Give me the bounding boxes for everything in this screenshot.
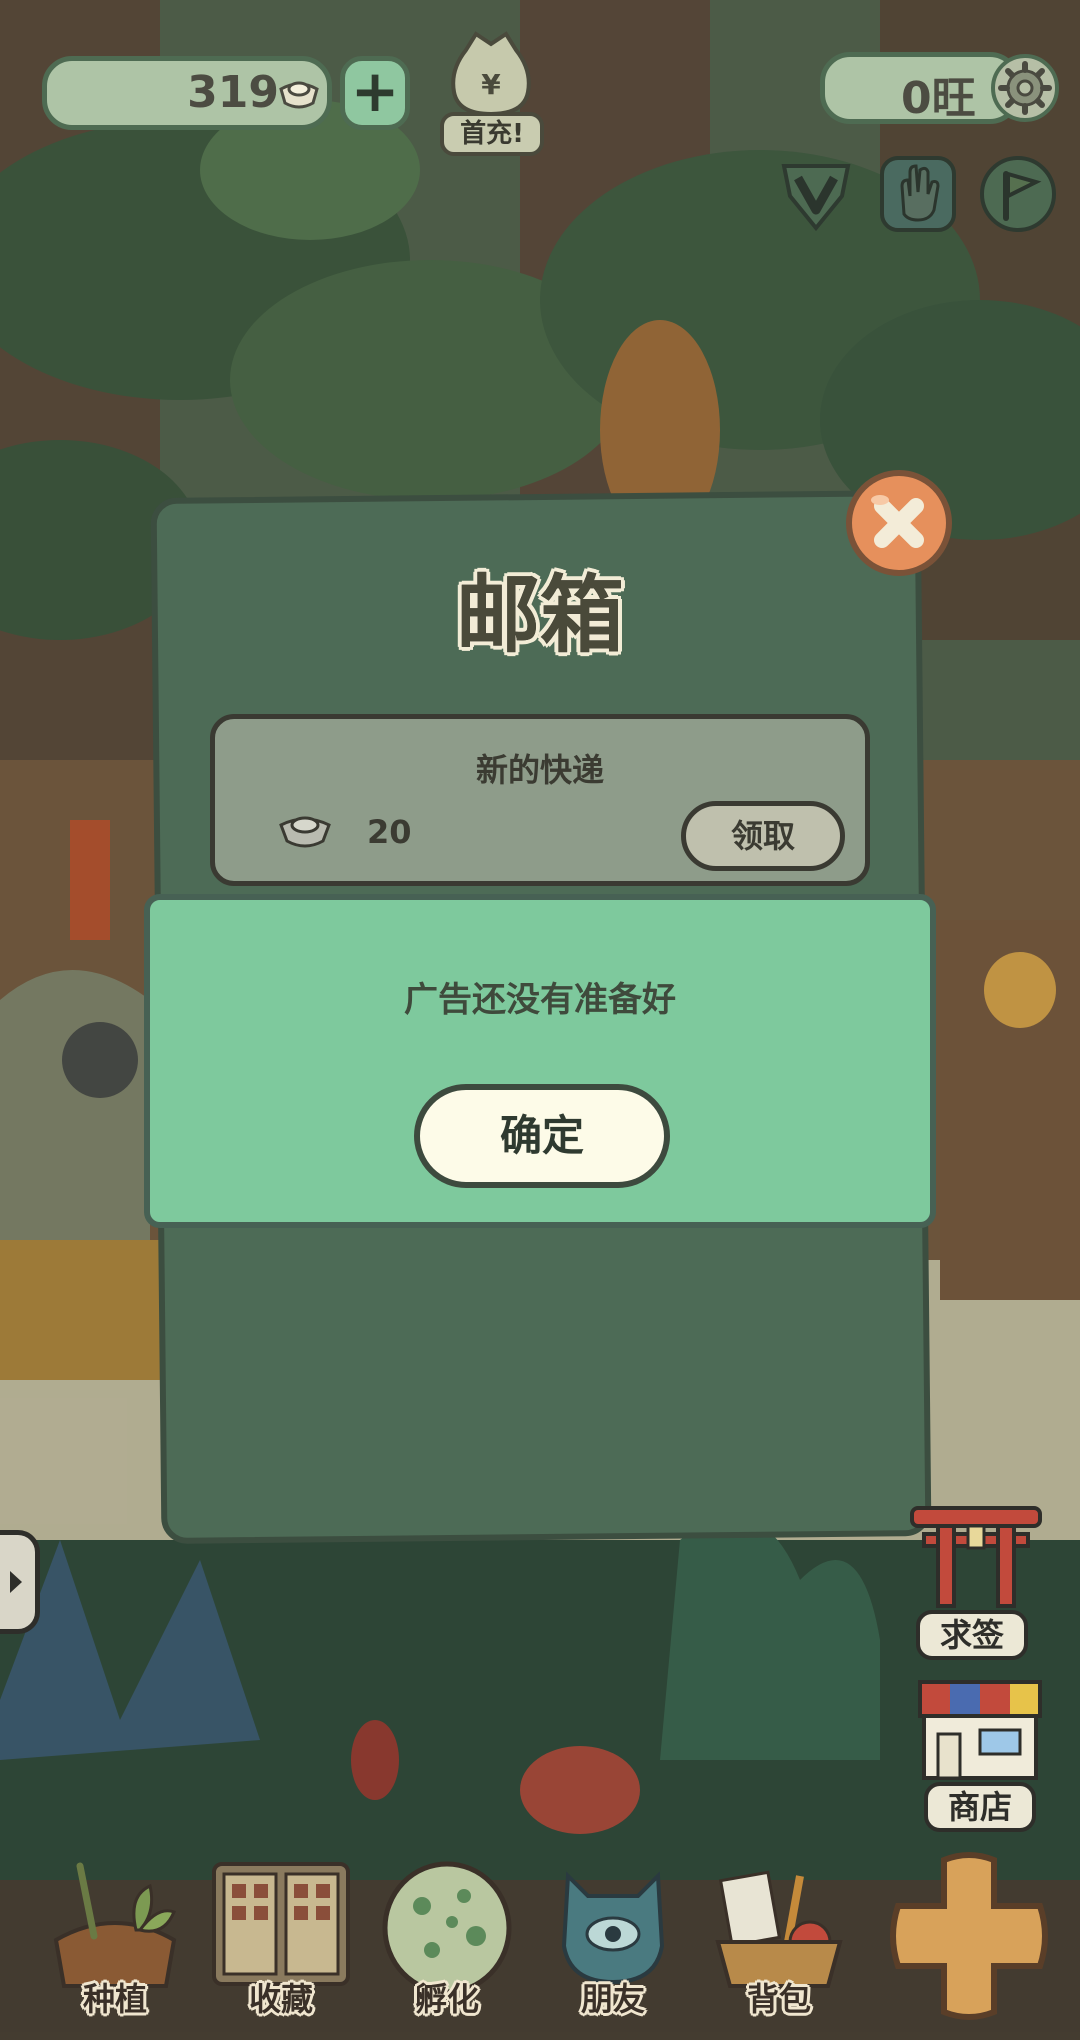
money-bag-icon: ¥ [451,31,531,117]
ingot-count: 319 [187,67,279,118]
nav-hatch[interactable]: 孵化 [372,1846,522,2026]
close-button[interactable] [846,470,952,576]
build-plus-button[interactable] [884,1846,1054,2026]
chevron-right-icon [10,1571,22,1593]
shrine-button[interactable]: 求签 [906,1500,1046,1660]
hand-icon [880,156,956,232]
flag-button[interactable] [978,152,1058,236]
nav-plant[interactable]: 种植 [40,1846,190,2026]
flag-icon [980,156,1056,232]
ingot-icon [277,77,321,115]
vip-button[interactable] [776,152,856,236]
first-charge-label: 首充! [440,112,544,156]
mail-subject: 新的快递 [475,751,604,789]
mail-item: 新的快递 20 领取 [210,714,870,886]
settings-button[interactable] [990,50,1060,126]
nav-bag-label: 背包 [746,1980,811,2018]
close-icon [871,495,924,548]
vip-v-icon [781,164,851,232]
nav-collect[interactable]: 收藏 [206,1846,356,2026]
side-drawer-toggle[interactable] [0,1530,40,1634]
wang-count: 0旺 [901,73,976,124]
mail-reward-amount: 20 [367,813,412,851]
hand-button[interactable] [878,152,958,236]
nav-hatch-label: 孵化 [414,1980,479,2018]
svg-text:¥: ¥ [481,68,501,101]
nav-friends[interactable]: 朋友 [538,1846,688,2026]
nav-plant-label: 种植 [82,1980,147,2018]
nav-friends-label: 朋友 [580,1980,645,2018]
first-charge-button[interactable]: ¥ 首充! [436,30,552,166]
shop-stall-icon [918,1680,1042,1780]
claim-button[interactable]: 领取 [681,801,845,871]
torii-gate-icon [910,1506,1042,1608]
gear-icon [991,54,1059,122]
nav-bag[interactable]: 背包 [704,1846,854,2026]
shrine-label: 求签 [916,1610,1028,1660]
ingot-icon [277,811,333,855]
shop-button[interactable]: 商店 [914,1672,1046,1832]
alert-message: 广告还没有准备好 [404,980,676,1020]
add-ingot-button[interactable]: + [340,56,410,130]
alert-dialog: 广告还没有准备好 确定 [144,894,936,1228]
ingot-counter: 319 [42,56,332,130]
nav-collect-label: 收藏 [248,1980,313,2018]
shop-label: 商店 [924,1782,1036,1832]
confirm-button[interactable]: 确定 [414,1084,670,1188]
plus-icon [890,1852,1048,2020]
